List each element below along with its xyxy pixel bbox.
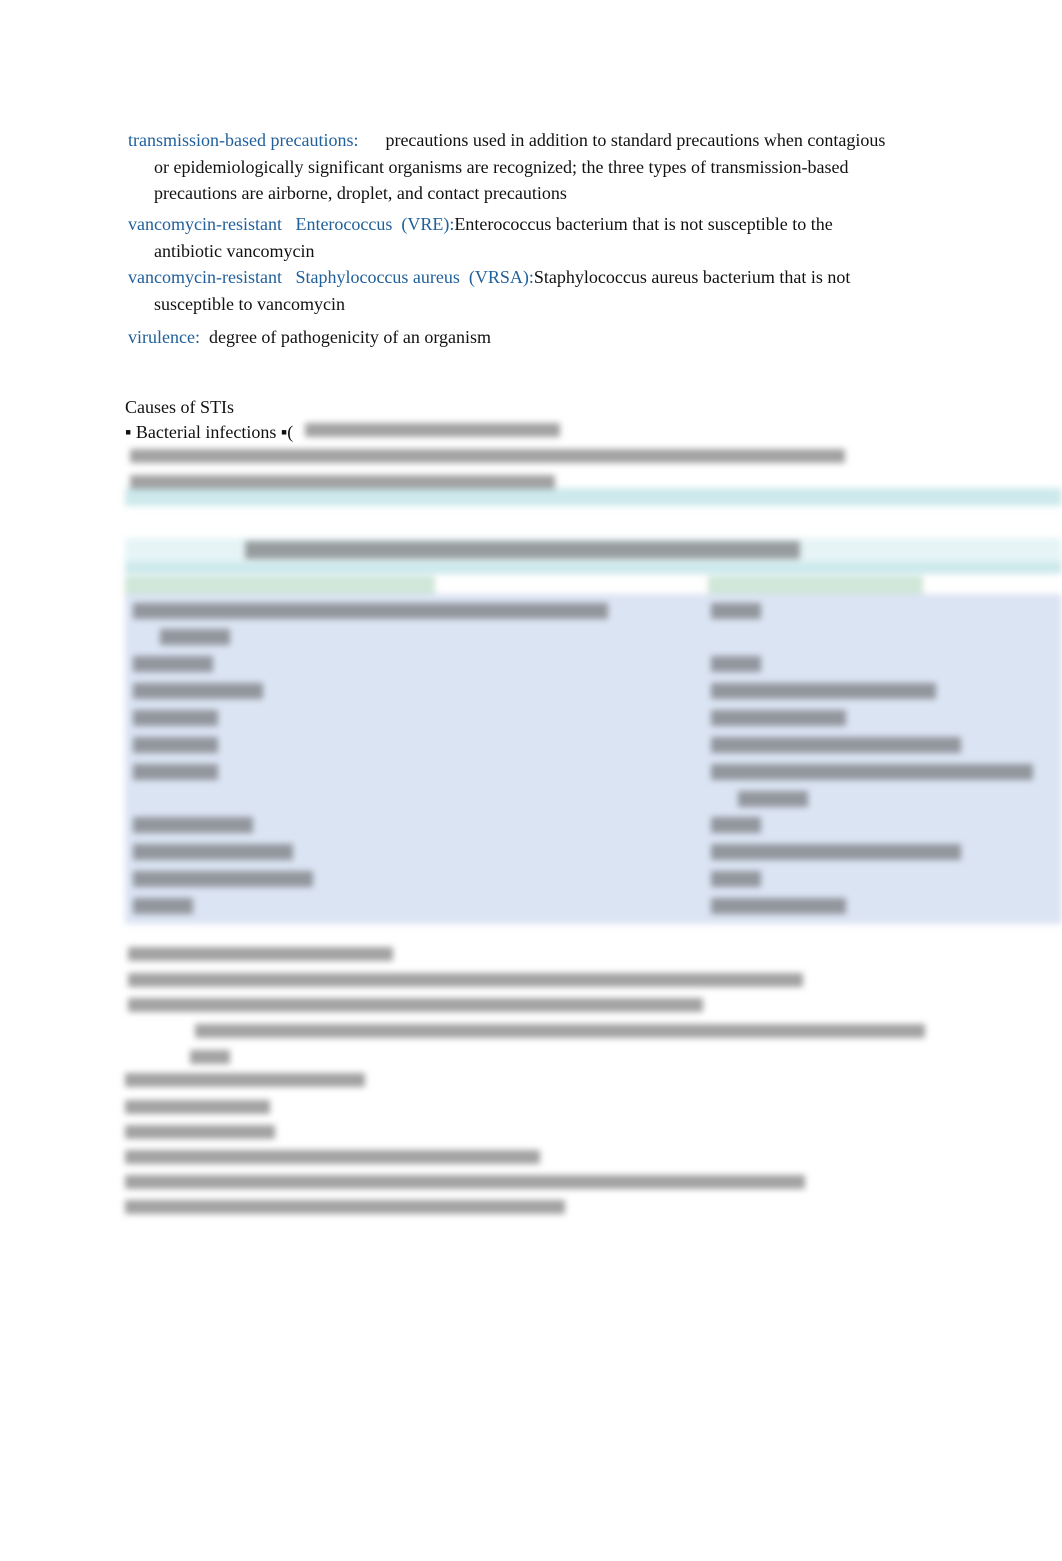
blurred-table-cell: [711, 656, 761, 672]
blurred-band: [125, 562, 1062, 574]
blurred-text: [195, 1024, 925, 1038]
blurred-text: [125, 1073, 365, 1087]
blurred-text: [190, 1050, 230, 1064]
blurred-table-cell: [133, 737, 218, 753]
blurred-table-header: [125, 576, 435, 594]
blurred-table-cell: [133, 683, 263, 699]
blurred-table-cell: [711, 764, 1033, 780]
blurred-table-cell: [133, 871, 313, 887]
blurred-table-cell: [133, 656, 213, 672]
blurred-table-cell: [133, 844, 293, 860]
blurred-table-cell: [711, 603, 761, 619]
blurred-text: [125, 1100, 270, 1114]
document-page: transmission-based precautions: precauti…: [0, 0, 1062, 1561]
blurred-table-cell: [133, 764, 218, 780]
blurred-preview-content: [0, 0, 1062, 1561]
blurred-text: [125, 1200, 565, 1214]
blurred-table-cell: [133, 603, 608, 619]
blurred-table-cell: [711, 683, 936, 699]
blurred-table-cell: [160, 629, 230, 645]
blurred-text: [125, 1150, 540, 1164]
blurred-table-cell: [711, 710, 846, 726]
blurred-table-cell: [711, 844, 961, 860]
blurred-text: [128, 998, 703, 1012]
blurred-text: [130, 475, 555, 489]
blurred-text: [125, 1175, 805, 1189]
blurred-text: [130, 449, 845, 463]
blurred-table-header: [708, 576, 923, 594]
blurred-table-cell: [711, 898, 846, 914]
blurred-table-cell: [133, 817, 253, 833]
blurred-table-title: [245, 541, 800, 559]
blurred-table-cell: [711, 817, 761, 833]
blurred-text: [305, 423, 560, 437]
blurred-text: [128, 947, 393, 961]
blurred-band: [125, 488, 1062, 506]
blurred-table-cell: [133, 898, 193, 914]
blurred-table-cell: [738, 791, 808, 807]
blurred-table-cell: [711, 737, 961, 753]
blurred-text: [125, 1125, 275, 1139]
blurred-text: [128, 973, 803, 987]
blurred-table-cell: [133, 710, 218, 726]
blurred-table-cell: [711, 871, 761, 887]
